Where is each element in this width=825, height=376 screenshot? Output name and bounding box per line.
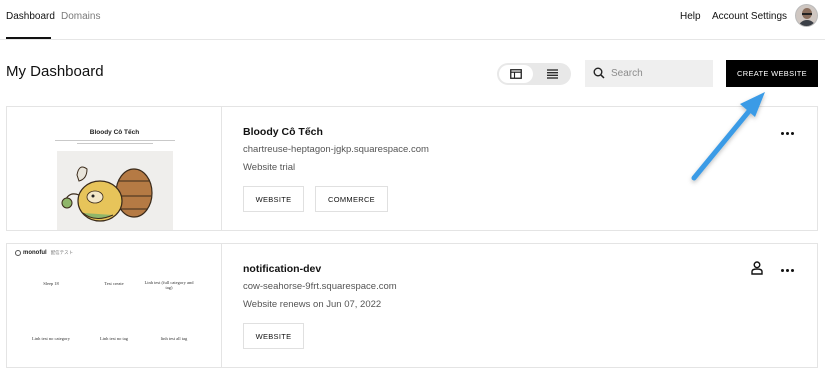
site-domain: cow-seahorse-9frt.squarespace.com <box>243 281 397 292</box>
preview-image <box>57 151 173 230</box>
preview-post-title: Sleep 18 <box>43 281 59 286</box>
site-card[interactable]: Bloody Cô Tếch Bloody Cô Tếch chartreuse… <box>6 106 818 231</box>
avatar[interactable] <box>795 4 818 27</box>
list-view-icon <box>546 69 558 79</box>
brand-logo-icon <box>15 250 21 256</box>
commerce-button[interactable]: COMMERCE <box>315 186 388 212</box>
preview-title: Bloody Cô Tếch <box>89 129 140 136</box>
preview-text-line <box>77 143 153 144</box>
site-name[interactable]: notification-dev <box>243 263 321 275</box>
site-card[interactable]: monoful 配信テスト Sleep 18 Test create Linh … <box>6 243 818 368</box>
website-button[interactable]: WEBSITE <box>243 323 304 349</box>
grid-view-icon <box>510 69 522 79</box>
preview-text-line <box>55 140 175 141</box>
more-options-icon[interactable] <box>779 129 795 137</box>
site-status: Website trial <box>243 162 296 173</box>
person-icon[interactable] <box>751 261 763 275</box>
more-options-icon[interactable] <box>779 266 795 274</box>
preview-post-title: Linh test no tag <box>99 336 129 341</box>
search-input[interactable] <box>611 65 707 82</box>
create-website-button[interactable]: CREATE WEBSITE <box>726 60 818 87</box>
site-name[interactable]: Bloody Cô Tếch <box>243 126 323 138</box>
active-tab-indicator <box>6 37 51 39</box>
site-preview-thumbnail[interactable]: monoful 配信テスト Sleep 18 Test create Linh … <box>7 244 222 367</box>
search-icon <box>593 67 605 79</box>
list-view-button[interactable] <box>535 65 569 83</box>
tab-domains[interactable]: Domains <box>61 11 100 22</box>
search-box <box>585 60 713 87</box>
site-preview-thumbnail[interactable]: Bloody Cô Tếch <box>7 107 222 230</box>
preview-post-title: Linh test no category <box>31 336 71 341</box>
page-title: My Dashboard <box>6 63 104 80</box>
website-button[interactable]: WEBSITE <box>243 186 304 212</box>
illustration-image <box>57 151 173 230</box>
site-status: Website renews on Jun 07, 2022 <box>243 299 382 310</box>
preview-post-title: Test create <box>104 281 124 286</box>
help-link[interactable]: Help <box>680 11 701 22</box>
preview-brand: monoful <box>23 250 47 256</box>
site-domain: chartreuse-heptagon-jgkp.squarespace.com <box>243 144 429 155</box>
preview-brand-sub: 配信テスト <box>50 250 74 255</box>
account-settings-link[interactable]: Account Settings <box>712 11 787 22</box>
preview-brand-logo: monoful 配信テスト <box>15 250 73 256</box>
top-nav: Dashboard Domains Help Account Settings <box>0 0 825 40</box>
grid-view-button[interactable] <box>499 65 533 83</box>
preview-post-title: Linh test (full category and tag) <box>144 280 194 290</box>
view-toggle <box>497 63 571 85</box>
tab-dashboard[interactable]: Dashboard <box>6 11 55 22</box>
preview-post-title: linh test all tag <box>160 336 188 341</box>
